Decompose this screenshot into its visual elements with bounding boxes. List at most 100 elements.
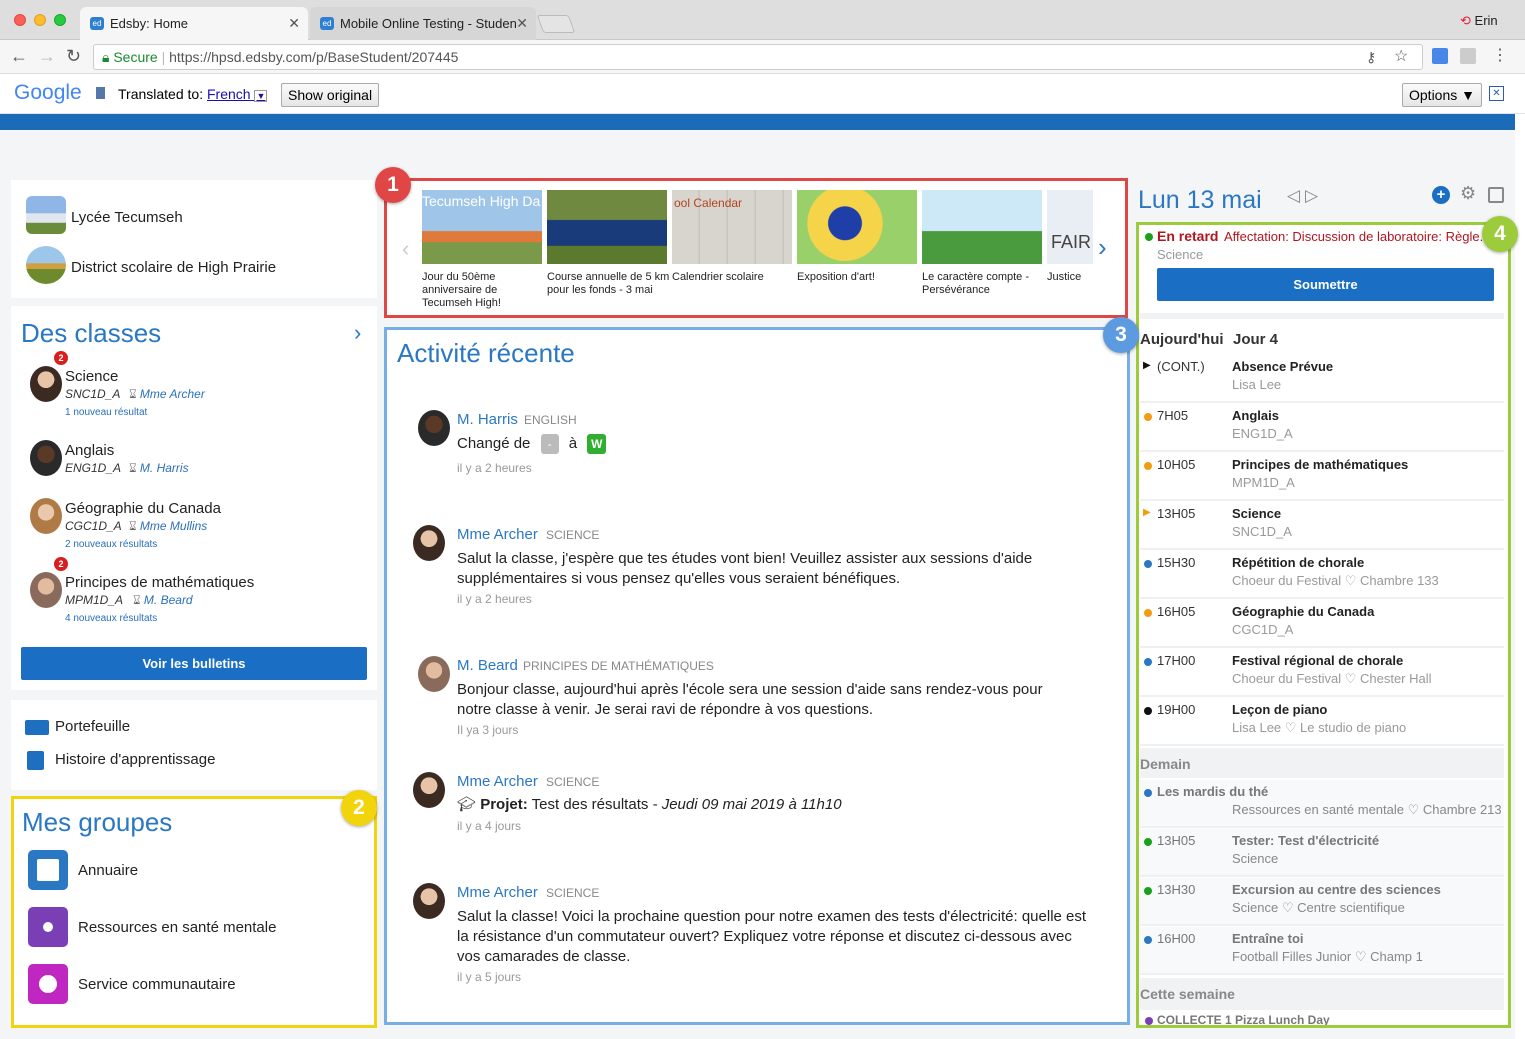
carousel-caption[interactable]: Course annuelle de 5 km pour les fonds -… [547,271,671,297]
carousel-image[interactable]: ool Calendar [672,190,792,264]
forward-arrow-icon[interactable]: → [38,46,56,67]
close-translate-icon[interactable]: ✕ [1489,86,1504,101]
agenda-item[interactable]: 17H00 Festival régional de chorale Choeu… [1140,649,1504,697]
district-name-link[interactable]: District scolaire de High Prairie [71,259,276,276]
agenda-title: Principes de mathématiques [1232,457,1409,472]
carousel-image[interactable] [922,190,1042,264]
group-link[interactable]: Service communautaire [78,976,236,993]
agenda-dot [1144,609,1152,617]
agenda-item[interactable]: 10H05 Principes de mathématiques MPM1D_A [1140,453,1504,501]
minimize-window-button[interactable] [34,14,46,26]
project-label: Projet: [480,796,528,813]
add-event-icon[interactable]: + [1432,186,1450,204]
chevron-right-icon[interactable]: › [354,320,361,346]
agenda-subtitle: Choeur du Festival ♡ Chambre 133 [1232,573,1439,588]
agenda-item[interactable]: ▶ 13H05 Science SNC1D_A [1140,502,1504,550]
agenda-item[interactable]: 15H30 Répétition de chorale Choeur du Fe… [1140,551,1504,599]
carousel-image[interactable]: Tecumseh High Da [422,190,542,264]
group-link[interactable]: Ressources en santé mentale [78,919,276,936]
view-report-cards-button[interactable]: Voir les bulletins [21,647,367,680]
carousel-caption[interactable]: Exposition d'art! [797,271,921,284]
reload-icon[interactable]: ↻ [66,46,81,67]
back-arrow-icon[interactable]: ← [10,46,28,67]
groups-title[interactable]: Mes groupes [22,807,172,838]
carousel-caption[interactable]: Jour du 50ème anniversaire de Tecumseh H… [422,271,540,310]
late-status-dot [1145,233,1153,241]
teacher-name: Mme Archer [139,387,205,401]
agenda-item[interactable]: 13H05 Tester: Test d'électricité Science [1140,829,1504,877]
class-teacher-link[interactable]: ⌛︎ Mme Archer [129,387,205,402]
tab-label: Mobile Online Testing - Studen [340,16,517,31]
project-title[interactable]: Test des résultats [532,796,649,813]
agenda-item[interactable]: 19H00 Leçon de piano Lisa Lee ♡ Le studi… [1140,698,1504,746]
agenda-item[interactable]: COLLECTE 1 Pizza Lunch Day [1145,1013,1495,1025]
folder-icon [25,720,49,735]
day-number: Jour 4 [1233,331,1279,348]
carousel-prev-icon[interactable]: ‹ [402,236,409,262]
carousel-caption[interactable]: Le caractère compte - Persévérance [922,271,1040,297]
class-teacher-link[interactable]: ⌛︎ M. Beard [133,593,193,608]
translate-extension-icon[interactable] [1432,48,1448,64]
post-author-link[interactable]: Mme Archer [457,526,538,543]
class-name-link[interactable]: Principes de mathématiques [65,574,254,591]
class-name-link[interactable]: Science [65,368,118,385]
agenda-subtitle: MPM1D_A [1232,475,1295,490]
classes-title[interactable]: Des classes [21,318,161,349]
school-name-link[interactable]: Lycée Tecumseh [71,209,183,226]
agenda-item[interactable]: 13H30 Excursion au centre des sciences S… [1140,878,1504,926]
class-name-link[interactable]: Anglais [65,442,114,459]
post-author-link[interactable]: Mme Archer [457,773,538,790]
carousel-caption[interactable]: Justice [1047,271,1097,284]
close-window-button[interactable] [14,14,26,26]
url-field[interactable]: 🔒︎ Secure | https://hpsd.edsby.com/p/Bas… [93,44,1423,70]
carousel-image[interactable]: FAIR [1047,190,1093,264]
new-tab-button[interactable] [536,15,576,33]
agenda-item[interactable]: Les mardis du thé Ressources en santé me… [1140,780,1504,828]
avatar [418,656,450,692]
agenda-item[interactable]: 16H05 Géographie du Canada CGC1D_A [1140,600,1504,648]
class-teacher-link[interactable]: ⌛︎ Mme Mullins [129,519,207,534]
agenda-item[interactable]: ▶ (CONT.) Absence Prévue Lisa Lee [1140,355,1504,403]
late-assignment-link[interactable]: Affectation: Discussion de laboratoire: … [1224,229,1482,244]
new-results-link[interactable]: 2 nouveaux résultats [65,539,157,550]
learning-story-link[interactable]: Histoire d'apprentissage [55,751,215,768]
submit-button[interactable]: Soumettre [1157,268,1494,301]
close-tab-icon[interactable]: ✕ [516,15,528,32]
options-button[interactable]: Options ▼ [1402,83,1482,107]
tab-edsby-home[interactable]: ed Edsby: Home ✕ [80,7,308,40]
calendar-icon[interactable] [1488,187,1504,203]
prev-day-icon[interactable]: ◁ [1287,186,1300,206]
key-icon[interactable]: ⚷ [1366,45,1376,69]
menu-dots-icon[interactable]: ⋮ [1492,45,1508,65]
post-author-link[interactable]: M. Harris [457,411,518,428]
post-text: Bonjour classe, aujourd'hui après l'écol… [457,681,1043,718]
address-bar-row: ← → ↻ 🔒︎ Secure | https://hpsd.edsby.com… [0,40,1525,74]
new-results-link[interactable]: 1 nouveau résultat [65,407,147,418]
post-author-link[interactable]: Mme Archer [457,884,538,901]
class-code: CGC1D_A [65,519,122,533]
profile-badge[interactable]: ⟲ Erin [1460,13,1498,29]
class-name-link[interactable]: Géographie du Canada [65,500,221,517]
post-author-link[interactable]: M. Beard [457,657,518,674]
language-select[interactable]: French ▼ [207,86,268,102]
carousel-image[interactable] [547,190,667,264]
new-results-link[interactable]: 4 nouveaux résultats [65,613,157,624]
carousel-next-icon[interactable]: › [1098,232,1107,263]
class-code: MPM1D_A [65,593,124,607]
agenda-item[interactable]: 16H00 Entraîne toi Football Filles Junio… [1140,927,1504,975]
show-original-button[interactable]: Show original [281,83,380,107]
settings-gear-icon[interactable]: ⚙ [1460,183,1476,204]
agenda-item[interactable]: 7H05 Anglais ENG1D_A [1140,404,1504,452]
next-day-icon[interactable]: ▷ [1305,186,1318,206]
class-teacher-link[interactable]: ⌛︎ M. Harris [129,461,189,476]
carousel-caption[interactable]: Calendrier scolaire [672,271,796,284]
group-link[interactable]: Annuaire [78,862,138,879]
close-tab-icon[interactable]: ✕ [288,15,300,32]
carousel-image[interactable] [797,190,917,264]
maximize-window-button[interactable] [54,14,66,26]
play-triangle-icon: ▶ [1143,360,1151,371]
portfolio-link[interactable]: Portefeuille [55,718,130,735]
bookmark-star-icon[interactable]: ☆ [1394,45,1408,69]
tab-mobile-testing[interactable]: ed Mobile Online Testing - Studen ✕ [310,7,536,40]
extension-icon[interactable] [1460,48,1476,64]
